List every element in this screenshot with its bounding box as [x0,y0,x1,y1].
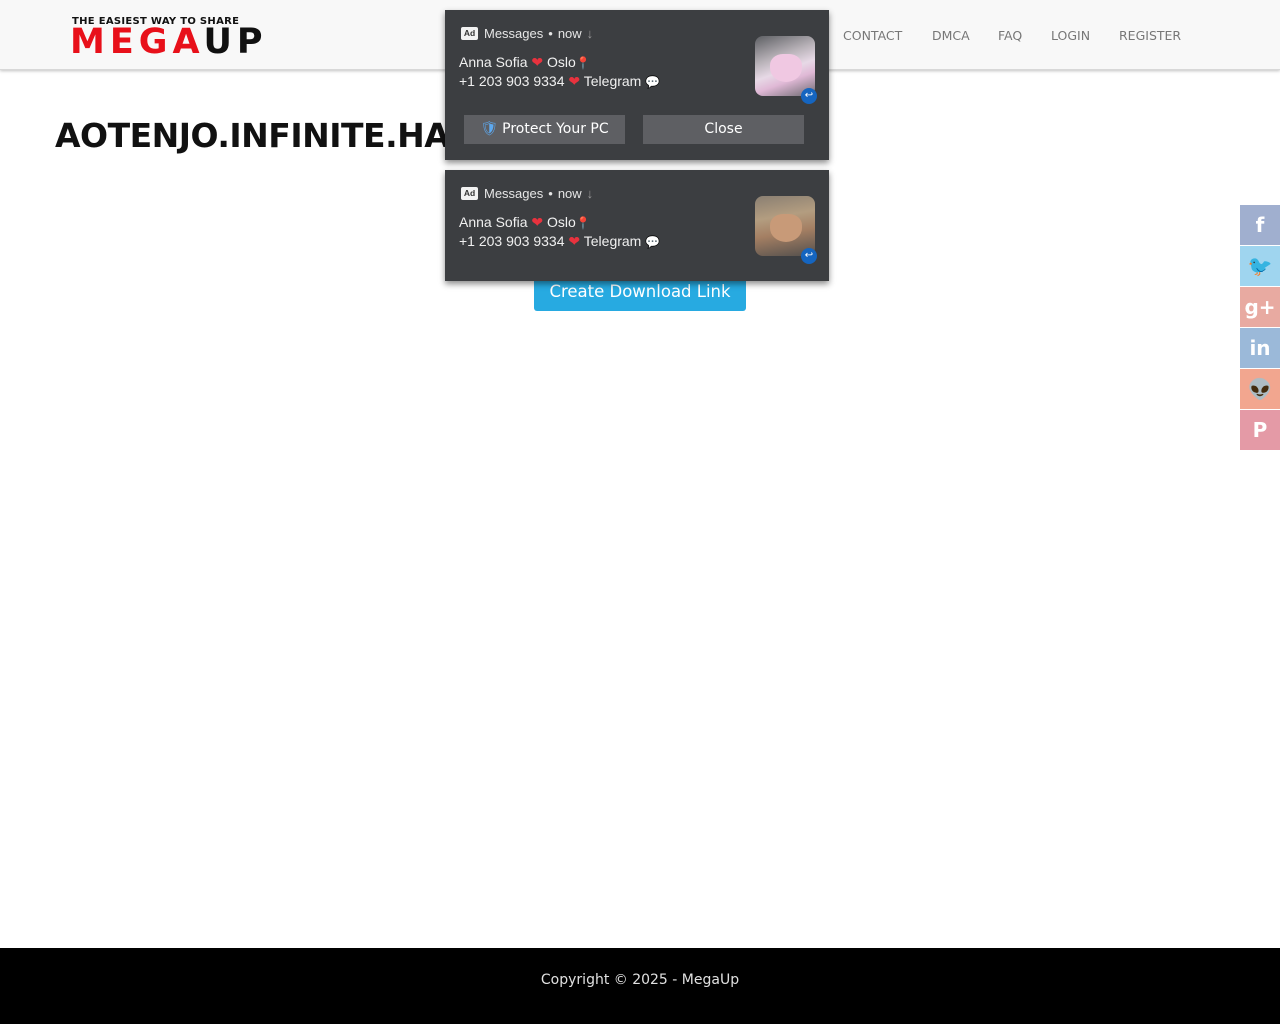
pin-icon: 📍 [575,56,591,70]
speech-bubble-icon: 💬 [645,235,661,249]
down-arrow-icon: ↓ [586,26,594,41]
notification-header: Ad Messages • now ↓ [461,186,593,201]
photo-thumbnail[interactable] [755,36,815,96]
reply-icon: ↩ [801,88,817,104]
google-plus-share-icon[interactable]: g+ [1240,287,1280,327]
page-title: AOTENJO.INFINITE.HAN [55,116,477,155]
notification-source: Messages [484,26,544,41]
pinterest-share-icon[interactable]: P [1240,410,1280,450]
reddit-share-icon[interactable]: 👽 [1240,369,1280,409]
shield-icon: 🛡 [480,121,499,137]
twitter-share-icon[interactable]: 🐦 [1240,246,1280,286]
logo-word-black: UP [203,22,268,62]
heart-icon: ❤ [568,233,581,249]
nav-register[interactable]: REGISTER [1119,28,1181,43]
logo-wordmark: MEGAUP [70,22,268,62]
photo-thumbnail[interactable] [755,196,815,256]
ad-notification[interactable]: Ad Messages • now ↓ Anna Sofia ❤ Oslo📍 +… [445,170,829,281]
protect-your-pc-button[interactable]: 🛡 Protect Your PC [464,115,625,144]
close-button[interactable]: Close [643,115,804,144]
sender-city: Oslo [547,214,576,230]
nav-dmca[interactable]: DMCA [932,28,970,43]
sender-phone: +1 203 903 9334 [459,233,565,249]
notification-source: Messages [484,186,544,201]
notification-message-line2: +1 203 903 9334 ❤ Telegram 💬 [459,233,660,250]
notification-time: now [557,26,582,41]
sender-city: Oslo [547,54,576,70]
separator-dot: • [548,186,553,201]
logo-word-red: MEGA [70,22,204,62]
protect-label: Protect Your PC [502,121,609,137]
notification-message-line2: +1 203 903 9334 ❤ Telegram 💬 [459,73,660,90]
social-share-sidebar: f 🐦 g+ in 👽 P [1240,205,1280,451]
notification-time: now [557,186,582,201]
reply-icon: ↩ [801,248,817,264]
notification-message-line1: Anna Sofia ❤ Oslo📍 [459,54,591,71]
linkedin-share-icon[interactable]: in [1240,328,1280,368]
megaup-logo[interactable]: THE EASIEST WAY TO SHARE MEGAUP [70,14,274,62]
ad-notification[interactable]: Ad Messages • now ↓ Anna Sofia ❤ Oslo📍 +… [445,10,829,160]
notification-header: Ad Messages • now ↓ [461,26,593,41]
nav-login[interactable]: LOGIN [1051,28,1090,43]
notification-message-line1: Anna Sofia ❤ Oslo📍 [459,214,591,231]
speech-bubble-icon: 💬 [645,75,661,89]
site-footer: Copyright © 2025 - MegaUp [0,948,1280,1024]
sender-app: Telegram [583,233,642,249]
facebook-share-icon[interactable]: f [1240,205,1280,245]
nav-contact[interactable]: CONTACT [843,28,902,43]
heart-icon: ❤ [531,54,544,70]
footer-copyright: Copyright © 2025 - MegaUp [540,972,740,988]
sender-app: Telegram [583,73,642,89]
heart-icon: ❤ [531,214,544,230]
ad-badge-icon: Ad [461,187,478,200]
down-arrow-icon: ↓ [586,186,594,201]
separator-dot: • [548,26,553,41]
sender-phone: +1 203 903 9334 [459,73,565,89]
pin-icon: 📍 [575,216,591,230]
thumbnail-figure [770,214,802,242]
heart-icon: ❤ [568,73,581,89]
ad-badge-icon: Ad [461,27,478,40]
nav-faq[interactable]: FAQ [998,28,1022,43]
thumbnail-figure [770,54,802,82]
sender-name: Anna Sofia [459,54,528,70]
sender-name: Anna Sofia [459,214,528,230]
